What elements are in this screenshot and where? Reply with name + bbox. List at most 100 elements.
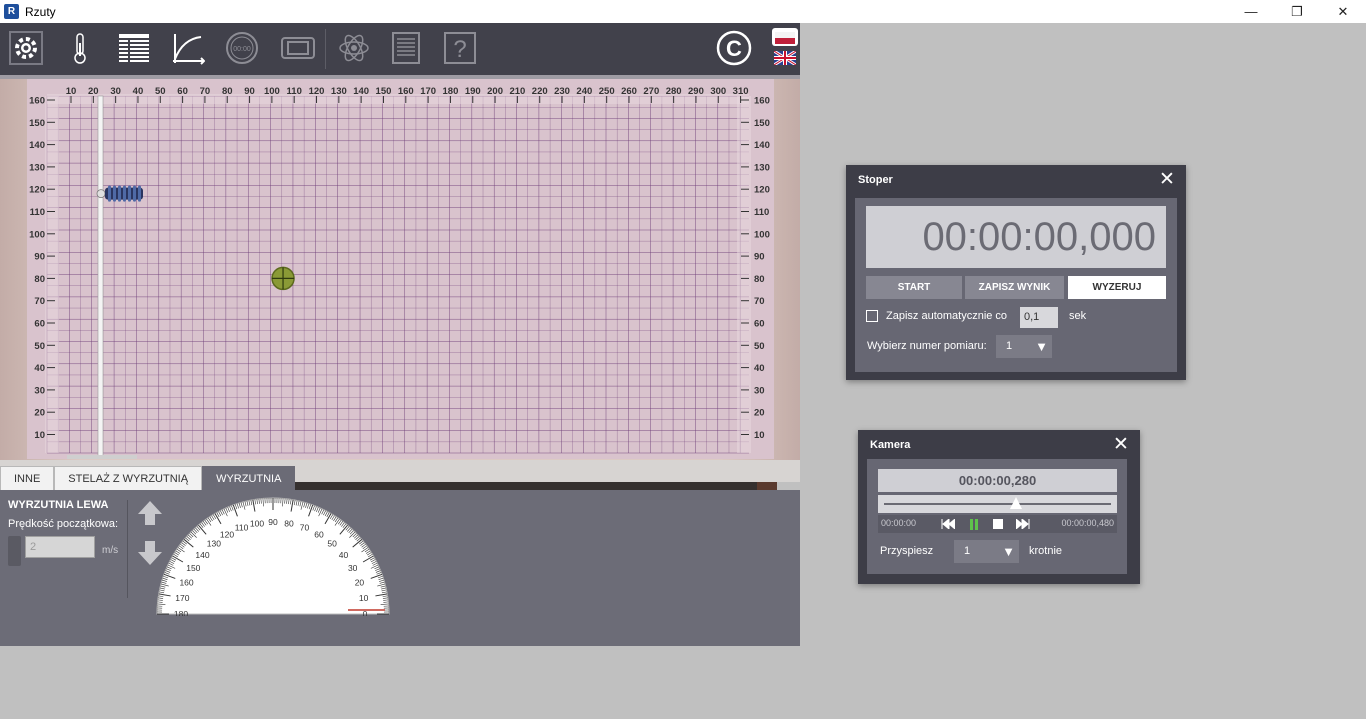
stoper-dialog: Stoper ✕ 00:00:00,000 START ZAPISZ WYNIK… — [846, 165, 1186, 380]
kamera-time-display: 00:00:00,280 — [878, 469, 1117, 492]
start-button[interactable]: START — [866, 276, 962, 299]
chevron-down-icon: ▼ — [1035, 339, 1048, 354]
graph-icon[interactable] — [170, 30, 206, 66]
flag-pl-icon[interactable] — [771, 27, 799, 47]
y-tick-label-right: 140 — [754, 140, 770, 151]
speed-label: Prędkość początkowa: — [8, 518, 119, 530]
protractor-label: 150 — [186, 563, 200, 573]
launcher[interactable] — [96, 185, 143, 202]
toolbar-separator — [325, 29, 326, 69]
x-tick-label: 80 — [222, 86, 233, 97]
protractor-label: 110 — [235, 523, 249, 533]
table-icon[interactable] — [116, 30, 152, 66]
stop-icon[interactable] — [990, 516, 1006, 532]
x-tick-label: 150 — [376, 86, 392, 97]
copyright-icon[interactable]: C — [714, 28, 754, 68]
protractor-label: 10 — [359, 593, 369, 603]
forward-icon[interactable] — [1015, 516, 1031, 532]
speed-slider-handle[interactable] — [8, 536, 21, 566]
speed-input[interactable]: 2 — [25, 536, 95, 558]
y-tick-label-left: 50 — [34, 341, 45, 352]
experiment-stage: 10 20 30 40 50 60 70 80 90 100 110 120 130 140 150 160 1… — [0, 75, 800, 460]
kamera-dialog: Kamera ✕ 00:00:00,280 00:00:00 00:00:00,… — [858, 430, 1140, 584]
flag-uk-icon[interactable] — [773, 49, 797, 67]
protractor-label: 20 — [355, 578, 365, 588]
x-tick-label: 110 — [287, 86, 302, 97]
close-button[interactable]: ✕ — [1320, 0, 1366, 23]
help-icon[interactable]: ? — [442, 30, 478, 66]
x-tick-label: 210 — [509, 86, 525, 97]
x-tick-label: 60 — [177, 86, 188, 97]
y-tick-label-left: 20 — [34, 408, 45, 419]
interval-input[interactable]: 0,1 — [1020, 307, 1058, 328]
stopwatch-icon[interactable]: 00:00 — [224, 30, 260, 66]
svg-text:00:00: 00:00 — [233, 46, 251, 53]
target[interactable] — [271, 266, 295, 291]
stoper-close-icon[interactable]: ✕ — [1157, 170, 1177, 190]
playback-speed-select[interactable]: 1 ▼ — [954, 540, 1019, 563]
save-result-button[interactable]: ZAPISZ WYNIK — [965, 276, 1064, 299]
y-tick-label-right: 90 — [754, 252, 765, 263]
x-tick-label: 260 — [621, 86, 637, 97]
x-tick-label: 170 — [420, 86, 436, 97]
protractor-label: 130 — [207, 539, 221, 549]
kamera-body: 00:00:00,280 00:00:00 00:00:00,480 Przys… — [867, 459, 1127, 574]
protractor-label: 90 — [268, 517, 278, 527]
y-tick-label-left: 130 — [29, 162, 45, 173]
x-tick-label: 140 — [353, 86, 369, 97]
kamera-start-time: 00:00:00 — [881, 518, 917, 528]
y-tick-label-left: 40 — [34, 363, 45, 374]
x-tick-label: 70 — [200, 86, 211, 97]
y-tick-label-left: 70 — [34, 296, 45, 307]
x-tick-label: 220 — [532, 86, 548, 97]
y-tick-label-right: 10 — [754, 430, 765, 441]
grid-board: 10 20 30 40 50 60 70 80 90 100 110 120 130 140 150 160 1… — [27, 79, 774, 460]
tab-inne[interactable]: INNE — [0, 466, 55, 490]
tab-wyrzutnia[interactable]: WYRZUTNIA — [202, 466, 296, 490]
launcher-coil — [138, 185, 141, 202]
protractor-label: 60 — [314, 529, 324, 539]
window-title-bar: R Rzuty — ❐ ✕ — [0, 0, 1366, 23]
chevron-down-icon: ▼ — [1002, 544, 1015, 559]
protractor-label: 120 — [220, 529, 234, 539]
protractor-label: 140 — [195, 550, 209, 560]
maximize-button[interactable]: ❐ — [1274, 0, 1320, 23]
y-tick-label-right: 20 — [754, 408, 765, 419]
protractor-label: 70 — [300, 523, 310, 533]
x-tick-label: 90 — [244, 86, 255, 97]
kamera-timeline[interactable] — [878, 495, 1117, 513]
stand-pole — [97, 95, 104, 460]
thermometer-icon[interactable] — [62, 30, 98, 66]
minimize-button[interactable]: — — [1228, 0, 1274, 23]
measurement-select-value: 1 — [1006, 340, 1013, 352]
x-tick-label: 120 — [309, 86, 325, 97]
launcher-pivot — [96, 189, 106, 199]
y-tick-label-left: 150 — [29, 118, 45, 129]
camera-icon[interactable] — [280, 30, 316, 66]
y-tick-label-right: 160 — [754, 96, 770, 107]
y-tick-label-right: 30 — [754, 385, 765, 396]
launcher-panel-title: WYRZUTNIA LEWA — [8, 499, 109, 511]
y-tick-label-left: 80 — [34, 274, 45, 285]
protractor-label: 80 — [284, 518, 294, 528]
atom-icon[interactable] — [336, 30, 372, 66]
protractor[interactable]: 180 170 160 150 140 130 120 110 100 90 80 70 60 50 40 3… — [155, 492, 391, 619]
y-tick-label-left: 10 — [34, 430, 45, 441]
notes-icon[interactable] — [388, 30, 424, 66]
auto-save-checkbox[interactable] — [866, 310, 878, 322]
kamera-timeline-thumb[interactable] — [1010, 497, 1023, 509]
gear-icon[interactable] — [8, 30, 44, 66]
measurement-label: Wybierz numer pomiaru: — [867, 340, 987, 352]
kamera-close-icon[interactable]: ✕ — [1111, 435, 1131, 455]
rewind-icon[interactable] — [940, 516, 956, 532]
stoper-title: Stoper — [858, 174, 893, 186]
app-icon: R — [4, 4, 19, 19]
launcher-coil — [133, 185, 136, 202]
pause-icon[interactable] — [966, 516, 982, 532]
x-tick-label: 270 — [643, 86, 659, 97]
window-controls: — ❐ ✕ — [1228, 0, 1366, 23]
measurement-select[interactable]: 1 ▼ — [996, 335, 1052, 358]
playback-speed-label: Przyspiesz — [880, 545, 934, 557]
reset-button[interactable]: WYZERUJ — [1068, 276, 1166, 299]
tab-stelaz-z-wyrzutnia[interactable]: STELAŻ Z WYRZUTNIĄ — [54, 466, 203, 490]
